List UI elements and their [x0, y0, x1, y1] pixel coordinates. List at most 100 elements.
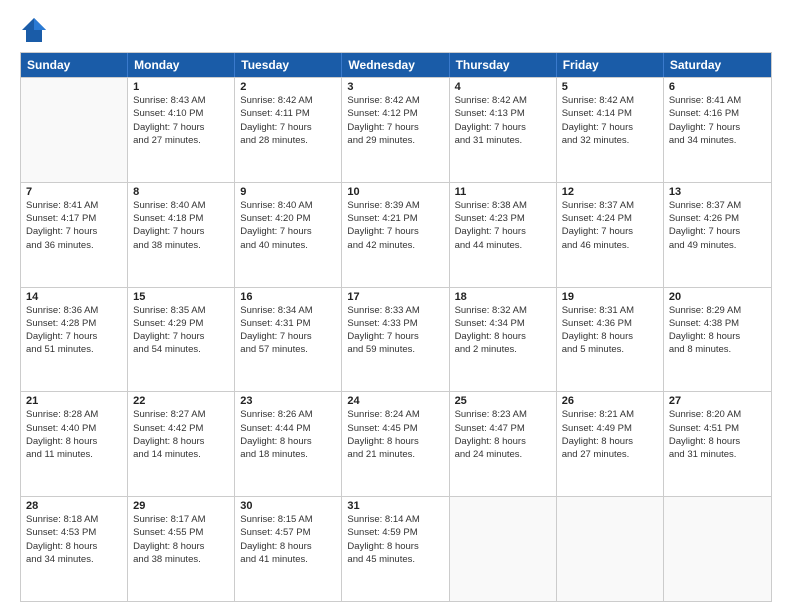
cell-line: and 29 minutes. — [347, 134, 443, 147]
calendar-cell-11: 11Sunrise: 8:38 AMSunset: 4:23 PMDayligh… — [450, 183, 557, 287]
day-number: 27 — [669, 395, 766, 407]
day-number: 21 — [26, 395, 122, 407]
cell-line: and 38 minutes. — [133, 553, 229, 566]
calendar-header: SundayMondayTuesdayWednesdayThursdayFrid… — [21, 53, 771, 77]
cell-line: and 8 minutes. — [669, 343, 766, 356]
cell-line: Daylight: 8 hours — [240, 540, 336, 553]
day-number: 10 — [347, 186, 443, 198]
calendar-week-4: 28Sunrise: 8:18 AMSunset: 4:53 PMDayligh… — [21, 496, 771, 601]
cell-line: Sunset: 4:28 PM — [26, 317, 122, 330]
cell-line: Sunrise: 8:41 AM — [669, 94, 766, 107]
day-number: 16 — [240, 291, 336, 303]
header-day-wednesday: Wednesday — [342, 53, 449, 77]
cell-line: and 28 minutes. — [240, 134, 336, 147]
logo — [20, 16, 52, 44]
calendar-cell-23: 23Sunrise: 8:26 AMSunset: 4:44 PMDayligh… — [235, 392, 342, 496]
cell-line: Sunrise: 8:23 AM — [455, 408, 551, 421]
cell-line: Daylight: 8 hours — [26, 435, 122, 448]
cell-line: and 14 minutes. — [133, 448, 229, 461]
calendar-cell-5: 5Sunrise: 8:42 AMSunset: 4:14 PMDaylight… — [557, 78, 664, 182]
header-day-saturday: Saturday — [664, 53, 771, 77]
calendar-cell-31: 31Sunrise: 8:14 AMSunset: 4:59 PMDayligh… — [342, 497, 449, 601]
cell-line: Sunset: 4:23 PM — [455, 212, 551, 225]
cell-line: Sunset: 4:20 PM — [240, 212, 336, 225]
cell-line: Sunset: 4:16 PM — [669, 107, 766, 120]
cell-line: Sunrise: 8:42 AM — [455, 94, 551, 107]
calendar-cell-20: 20Sunrise: 8:29 AMSunset: 4:38 PMDayligh… — [664, 288, 771, 392]
cell-line: and 34 minutes. — [669, 134, 766, 147]
calendar-cell-16: 16Sunrise: 8:34 AMSunset: 4:31 PMDayligh… — [235, 288, 342, 392]
cell-line: Sunrise: 8:37 AM — [669, 199, 766, 212]
cell-line: Sunrise: 8:36 AM — [26, 304, 122, 317]
cell-line: Daylight: 7 hours — [240, 121, 336, 134]
cell-line: Sunrise: 8:29 AM — [669, 304, 766, 317]
cell-line: Sunset: 4:13 PM — [455, 107, 551, 120]
cell-line: and 59 minutes. — [347, 343, 443, 356]
cell-line: Sunset: 4:57 PM — [240, 526, 336, 539]
cell-line: Sunset: 4:55 PM — [133, 526, 229, 539]
cell-line: and 44 minutes. — [455, 239, 551, 252]
header-day-monday: Monday — [128, 53, 235, 77]
cell-line: Sunrise: 8:42 AM — [347, 94, 443, 107]
cell-line: Daylight: 7 hours — [133, 225, 229, 238]
cell-line: Daylight: 7 hours — [562, 225, 658, 238]
cell-line: Daylight: 7 hours — [347, 330, 443, 343]
cell-line: and 27 minutes. — [562, 448, 658, 461]
calendar-cell-13: 13Sunrise: 8:37 AMSunset: 4:26 PMDayligh… — [664, 183, 771, 287]
cell-line: Sunrise: 8:40 AM — [133, 199, 229, 212]
calendar-cell-30: 30Sunrise: 8:15 AMSunset: 4:57 PMDayligh… — [235, 497, 342, 601]
cell-line: Sunset: 4:40 PM — [26, 422, 122, 435]
header-day-sunday: Sunday — [21, 53, 128, 77]
calendar-cell-empty-4-5 — [557, 497, 664, 601]
day-number: 11 — [455, 186, 551, 198]
cell-line: and 31 minutes. — [669, 448, 766, 461]
day-number: 8 — [133, 186, 229, 198]
cell-line: Sunrise: 8:31 AM — [562, 304, 658, 317]
calendar-cell-4: 4Sunrise: 8:42 AMSunset: 4:13 PMDaylight… — [450, 78, 557, 182]
calendar-cell-25: 25Sunrise: 8:23 AMSunset: 4:47 PMDayligh… — [450, 392, 557, 496]
calendar-cell-6: 6Sunrise: 8:41 AMSunset: 4:16 PMDaylight… — [664, 78, 771, 182]
cell-line: Sunrise: 8:35 AM — [133, 304, 229, 317]
calendar-cell-14: 14Sunrise: 8:36 AMSunset: 4:28 PMDayligh… — [21, 288, 128, 392]
day-number: 19 — [562, 291, 658, 303]
day-number: 18 — [455, 291, 551, 303]
cell-line: Sunset: 4:24 PM — [562, 212, 658, 225]
cell-line: Daylight: 8 hours — [26, 540, 122, 553]
cell-line: and 45 minutes. — [347, 553, 443, 566]
cell-line: Daylight: 7 hours — [455, 225, 551, 238]
day-number: 6 — [669, 81, 766, 93]
cell-line: Daylight: 8 hours — [455, 435, 551, 448]
day-number: 20 — [669, 291, 766, 303]
day-number: 24 — [347, 395, 443, 407]
cell-line: Daylight: 7 hours — [455, 121, 551, 134]
cell-line: Daylight: 7 hours — [133, 121, 229, 134]
day-number: 29 — [133, 500, 229, 512]
cell-line: Sunset: 4:53 PM — [26, 526, 122, 539]
cell-line: and 27 minutes. — [133, 134, 229, 147]
calendar-cell-22: 22Sunrise: 8:27 AMSunset: 4:42 PMDayligh… — [128, 392, 235, 496]
cell-line: Sunrise: 8:37 AM — [562, 199, 658, 212]
cell-line: Daylight: 8 hours — [669, 435, 766, 448]
cell-line: Sunrise: 8:41 AM — [26, 199, 122, 212]
cell-line: Daylight: 7 hours — [26, 225, 122, 238]
cell-line: Daylight: 8 hours — [455, 330, 551, 343]
cell-line: Sunrise: 8:17 AM — [133, 513, 229, 526]
calendar-cell-2: 2Sunrise: 8:42 AMSunset: 4:11 PMDaylight… — [235, 78, 342, 182]
header-day-friday: Friday — [557, 53, 664, 77]
cell-line: and 54 minutes. — [133, 343, 229, 356]
cell-line: Daylight: 7 hours — [240, 225, 336, 238]
calendar-cell-12: 12Sunrise: 8:37 AMSunset: 4:24 PMDayligh… — [557, 183, 664, 287]
cell-line: Sunset: 4:14 PM — [562, 107, 658, 120]
day-number: 9 — [240, 186, 336, 198]
calendar-cell-21: 21Sunrise: 8:28 AMSunset: 4:40 PMDayligh… — [21, 392, 128, 496]
day-number: 5 — [562, 81, 658, 93]
day-number: 7 — [26, 186, 122, 198]
calendar-cell-7: 7Sunrise: 8:41 AMSunset: 4:17 PMDaylight… — [21, 183, 128, 287]
calendar-week-0: 1Sunrise: 8:43 AMSunset: 4:10 PMDaylight… — [21, 77, 771, 182]
cell-line: Sunrise: 8:32 AM — [455, 304, 551, 317]
cell-line: Sunset: 4:29 PM — [133, 317, 229, 330]
cell-line: and 49 minutes. — [669, 239, 766, 252]
cell-line: Sunrise: 8:20 AM — [669, 408, 766, 421]
day-number: 25 — [455, 395, 551, 407]
calendar-cell-8: 8Sunrise: 8:40 AMSunset: 4:18 PMDaylight… — [128, 183, 235, 287]
